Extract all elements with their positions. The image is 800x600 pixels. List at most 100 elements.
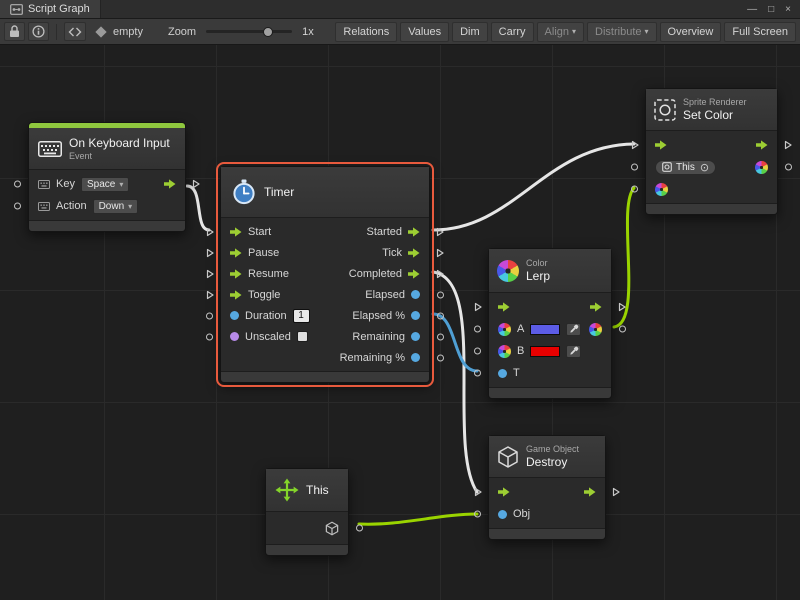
- node-on-keyboard-input[interactable]: On Keyboard Input Event Key Space▾ Actio…: [28, 122, 186, 232]
- keyboard-row-key: Key Space▾: [29, 173, 185, 195]
- setcolor-node-header[interactable]: Sprite Renderer Set Color: [646, 89, 777, 131]
- remaining-pct-port[interactable]: [437, 354, 444, 361]
- lerp-node-header[interactable]: Color Lerp: [489, 249, 611, 293]
- lerp-t-port[interactable]: [474, 370, 481, 377]
- lerp-flow-in-port[interactable]: [474, 302, 482, 312]
- zoom-slider-track[interactable]: [206, 30, 292, 33]
- keyboard-node-header[interactable]: On Keyboard Input Event: [29, 128, 185, 170]
- target-picker-icon[interactable]: ⊙: [700, 161, 709, 174]
- resume-port[interactable]: [206, 269, 214, 279]
- dim-button[interactable]: Dim: [452, 22, 488, 42]
- node-this[interactable]: This: [265, 468, 349, 556]
- lock-icon: [9, 25, 20, 38]
- setcolor-target-out-port[interactable]: [785, 164, 792, 171]
- keyboard-trigger-port[interactable]: [192, 179, 200, 189]
- toggle-port[interactable]: [206, 290, 214, 300]
- action-input-port[interactable]: [14, 203, 21, 210]
- chevron-down-icon: ▾: [572, 27, 576, 36]
- values-button[interactable]: Values: [400, 22, 449, 42]
- zoom-slider[interactable]: [206, 25, 292, 39]
- duration-input[interactable]: [293, 309, 310, 323]
- node-supertitle: Color: [526, 258, 550, 268]
- close-button[interactable]: ×: [785, 4, 791, 15]
- eyedropper-button[interactable]: [566, 323, 581, 336]
- unscaled-port[interactable]: [206, 333, 213, 340]
- maximize-button[interactable]: □: [768, 4, 774, 15]
- node-title: On Keyboard Input: [69, 136, 170, 150]
- elapsed-pct-port[interactable]: [437, 312, 444, 319]
- key-label: Key: [56, 178, 75, 190]
- node-subtitle: Event: [69, 151, 170, 161]
- setcolor-row-color: [646, 178, 777, 200]
- node-timer[interactable]: Timer Start Started Pause Tick Resume Co…: [220, 166, 430, 383]
- pause-port[interactable]: [206, 248, 214, 258]
- completed-port[interactable]: [436, 269, 444, 279]
- tick-port[interactable]: [436, 248, 444, 258]
- lerp-a-port[interactable]: [474, 326, 481, 333]
- destroy-flow-out-port[interactable]: [612, 487, 620, 497]
- flow-in-arrow-icon: [655, 140, 667, 150]
- chevron-left-icon: [68, 27, 75, 37]
- elapsed-pct-value-icon: [411, 311, 420, 320]
- duration-port[interactable]: [206, 312, 213, 319]
- overview-button[interactable]: Overview: [660, 22, 722, 42]
- align-dropdown[interactable]: Align▾: [537, 22, 584, 42]
- lock-button[interactable]: [4, 22, 25, 41]
- elapsed-port[interactable]: [437, 291, 444, 298]
- this-row-output: [266, 515, 348, 541]
- info-button[interactable]: [28, 22, 49, 41]
- graph-name[interactable]: empty: [113, 26, 143, 38]
- remaining-value-icon: [411, 332, 420, 341]
- color-a-swatch[interactable]: [530, 324, 560, 335]
- flow-in-arrow-icon: [498, 302, 510, 312]
- timer-row-start: Start Started: [221, 221, 429, 242]
- sprite-renderer-icon: [654, 99, 676, 121]
- unscaled-checkbox[interactable]: [297, 331, 308, 342]
- timer-row-unscaled: Unscaled Remaining: [221, 326, 429, 347]
- tab-label: Script Graph: [28, 3, 90, 15]
- setcolor-flow-out-port[interactable]: [784, 140, 792, 150]
- node-destroy[interactable]: Game Object Destroy Obj: [488, 435, 606, 540]
- started-port[interactable]: [436, 227, 444, 237]
- destroy-obj-port[interactable]: [474, 511, 481, 518]
- setcolor-flow-in-port[interactable]: [631, 140, 639, 150]
- setcolor-color-in-port[interactable]: [631, 186, 638, 193]
- timer-row-duration: Duration Elapsed %: [221, 305, 429, 326]
- node-footer: [489, 387, 611, 398]
- lerp-flow-out-port[interactable]: [618, 302, 626, 312]
- chevron-down-icon: ▾: [128, 202, 132, 211]
- node-title: Destroy: [526, 455, 579, 469]
- node-color-lerp[interactable]: Color Lerp A B: [488, 248, 612, 399]
- graph-toolbar: empty Zoom 1x Relations Values Dim Carry…: [0, 19, 800, 45]
- carry-button[interactable]: Carry: [491, 22, 534, 42]
- lerp-b-port[interactable]: [474, 348, 481, 355]
- key-input-port[interactable]: [14, 181, 21, 188]
- destroy-flow-in-port[interactable]: [474, 487, 482, 497]
- node-set-color[interactable]: Sprite Renderer Set Color This ⊙: [645, 88, 778, 215]
- remaining-port[interactable]: [437, 333, 444, 340]
- node-title: This: [306, 483, 329, 497]
- fullscreen-button[interactable]: Full Screen: [724, 22, 796, 42]
- setcolor-target-in-port[interactable]: [631, 164, 638, 171]
- key-dropdown[interactable]: Space▾: [81, 177, 129, 192]
- minimize-button[interactable]: —: [747, 4, 757, 15]
- lerp-row-t: T: [489, 362, 611, 384]
- collapse-sidebars-button[interactable]: [64, 22, 86, 41]
- relations-button[interactable]: Relations: [335, 22, 397, 42]
- start-port[interactable]: [206, 227, 214, 237]
- lerp-result-port[interactable]: [619, 326, 626, 333]
- this-output-port[interactable]: [356, 525, 363, 532]
- game-object-icon: [497, 445, 519, 469]
- action-label: Action: [56, 200, 87, 212]
- distribute-dropdown[interactable]: Distribute▾: [587, 22, 656, 42]
- action-dropdown[interactable]: Down▾: [93, 199, 139, 214]
- destroy-node-header[interactable]: Game Object Destroy: [489, 436, 605, 478]
- destroy-row-flow: [489, 481, 605, 503]
- zoom-slider-knob[interactable]: [263, 27, 273, 37]
- tab-script-graph[interactable]: Script Graph: [0, 0, 101, 18]
- setcolor-target-field[interactable]: This ⊙: [655, 160, 716, 175]
- eyedropper-button[interactable]: [566, 345, 581, 358]
- this-node-header[interactable]: This: [266, 469, 348, 512]
- color-b-swatch[interactable]: [530, 346, 560, 357]
- timer-node-header[interactable]: Timer: [221, 167, 429, 218]
